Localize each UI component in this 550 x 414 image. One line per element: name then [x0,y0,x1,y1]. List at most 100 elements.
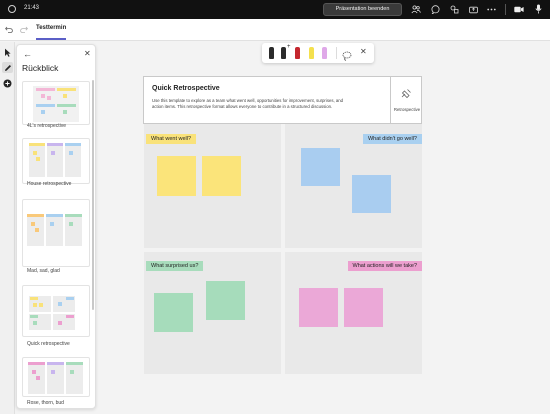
panel-title: Rückblick [22,63,59,73]
board-description: Use this template to explore as a team w… [152,98,344,109]
thumb-note [32,370,36,374]
sticky-note[interactable] [344,288,383,327]
meeting-timer: 21:43 [24,5,40,11]
back-arrow-icon[interactable]: ← [23,49,32,59]
thumb-header [66,362,83,365]
sticky-note[interactable] [154,293,193,332]
header-divider [390,77,391,123]
thumb-note [41,110,45,114]
template-tag: Retrospective [393,107,421,112]
quadrant-went-well: What went well? [144,124,281,248]
thumb-note [69,151,73,155]
quadrant-actions: What actions will we take? [285,252,422,374]
thumb-note [51,370,55,374]
stop-presenting-button[interactable]: Präsentation beenden [323,3,402,16]
yellow-highlighter-icon[interactable] [309,47,314,59]
lasso-select-icon[interactable] [342,48,352,61]
black-pen-icon[interactable] [269,47,274,59]
thumb-header [66,297,74,300]
thumb-header [28,362,45,365]
quadrant-label: What didn't go well? [362,134,422,144]
template-thumbnail [47,145,63,177]
quadrant-surprised-us: What surprised us? [144,252,281,374]
template-card-house[interactable] [22,138,90,184]
thumb-header [36,88,55,91]
template-card-mad-sad-glad[interactable] [22,199,90,267]
template-label: 4L's retrospective [27,123,67,129]
share-icon[interactable] [467,3,479,15]
plus-icon: + [287,44,291,50]
add-icon[interactable] [2,78,13,89]
pink-highlighter-icon[interactable] [322,47,327,59]
thumb-header [46,214,63,217]
camera-icon[interactable] [513,3,525,15]
quadrant-label: What went well? [146,134,197,144]
close-icon[interactable]: ✕ [84,49,91,58]
pen-add-icon[interactable] [281,47,286,59]
retrospective-header-card[interactable]: Quick Retrospective Use this template to… [143,76,422,124]
red-pen-icon[interactable] [295,47,300,59]
template-thumbnail [29,145,45,177]
quadrant-label: What surprised us? [146,261,204,271]
template-card-rose-thorn-bud[interactable] [22,357,90,397]
tool-rail [0,42,15,414]
sticky-note[interactable] [157,156,196,196]
thumb-header [65,143,81,146]
thumb-note [31,222,35,226]
template-thumbnail [65,216,82,246]
thumb-note [50,222,54,226]
thumb-note [69,222,73,226]
thumb-note [63,110,67,114]
mic-icon[interactable] [532,3,544,15]
panel-scrollbar[interactable] [92,80,94,310]
retrospective-icon [400,87,412,99]
active-tab-indicator [36,38,66,40]
template-panel: ← ✕ Rückblick 4L's retrospective House r… [16,44,96,409]
thumb-header [29,143,45,146]
thumb-note [33,321,37,325]
thumb-header [30,315,38,318]
thumb-note [63,94,67,98]
meeting-tab-title[interactable]: Testtermin [36,25,66,31]
apps-icon[interactable] [448,3,460,15]
template-card-4ls[interactable] [22,81,90,125]
people-icon[interactable] [410,3,422,15]
thumb-header [57,104,76,107]
status-circle-icon[interactable] [8,5,16,13]
thumb-note [41,94,45,98]
close-icon[interactable]: ✕ [360,47,367,56]
redo-icon[interactable] [19,24,29,34]
template-thumbnail [65,145,81,177]
thumb-note [58,321,62,325]
thumb-note [70,370,74,374]
thumb-note [33,151,37,155]
sticky-note[interactable] [301,148,340,186]
ink-toolbar: + ✕ [262,43,374,63]
chat-icon[interactable] [429,3,441,15]
thumb-note [51,151,55,155]
thumb-note [36,157,40,161]
more-icon[interactable] [485,3,497,15]
thumb-note [47,96,51,100]
sticky-note[interactable] [206,281,245,320]
select-icon[interactable] [2,47,13,58]
sticky-note[interactable] [299,288,338,327]
template-label: House retrospective [27,181,72,187]
pen-icon[interactable] [2,62,13,73]
thumb-note [35,228,39,232]
thumb-header [30,297,38,300]
thumb-note [36,376,40,380]
thumb-header [57,88,76,91]
sticky-note[interactable] [202,156,241,196]
thumb-header [36,104,55,107]
thumb-header [66,315,74,318]
template-thumbnail [46,216,63,246]
undo-icon[interactable] [4,24,14,34]
quadrant-didnt-go-well: What didn't go well? [285,124,422,248]
template-card-quick-retrospective[interactable] [22,285,90,337]
thumb-note [39,303,43,307]
quadrant-label: What actions will we take? [347,261,422,271]
sticky-note[interactable] [352,175,391,213]
thumb-note [33,303,37,307]
template-thumbnail [66,364,83,394]
